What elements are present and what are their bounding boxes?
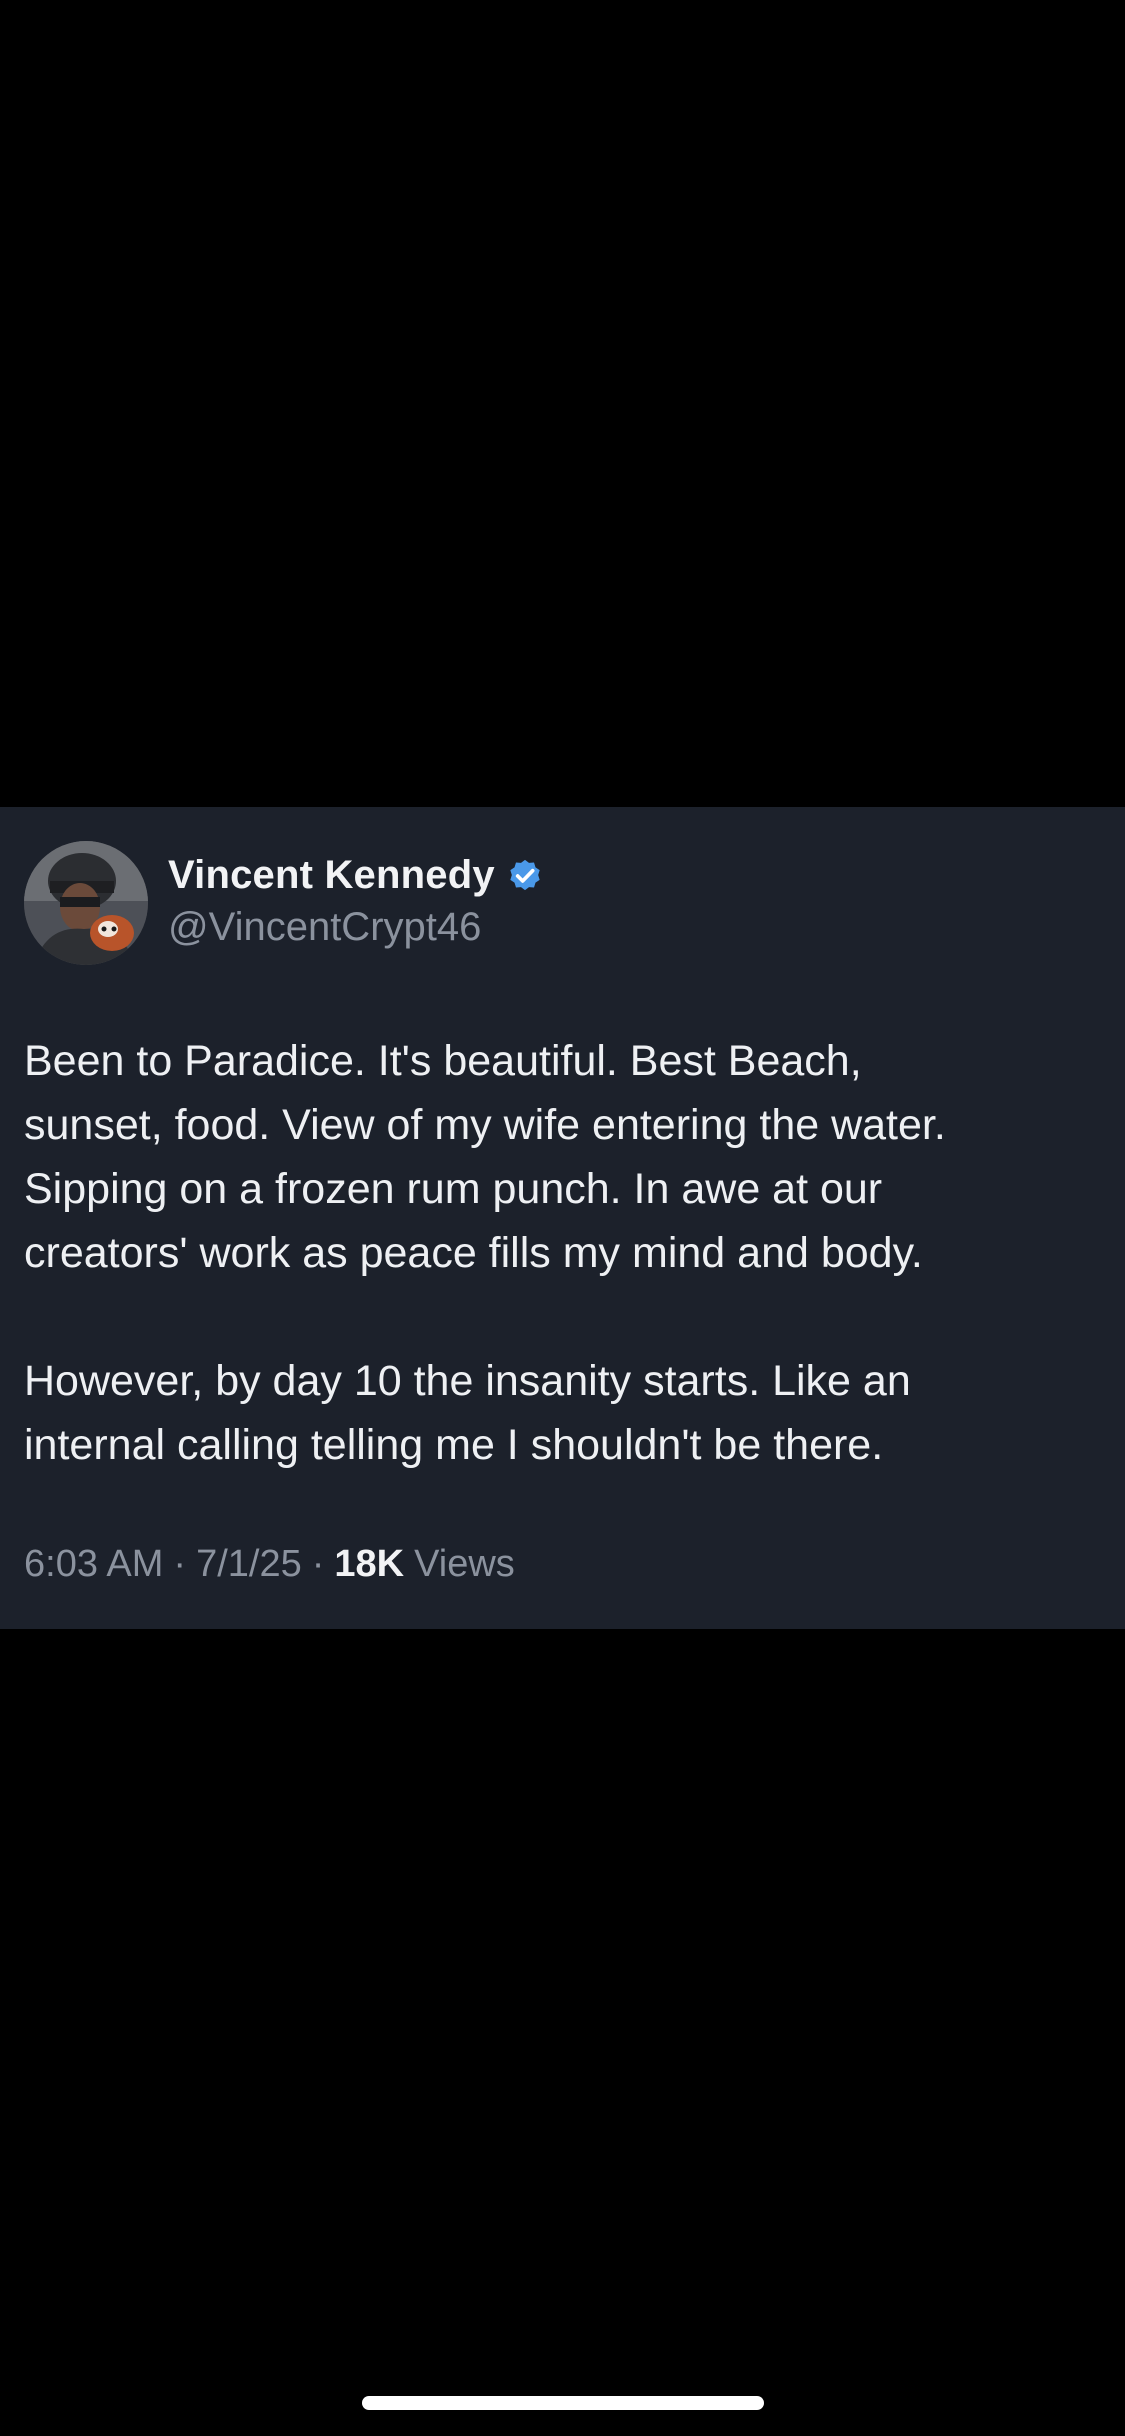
tweet-text-line: sunset, food. View of my wife entering t… — [24, 1101, 946, 1149]
avatar-image — [24, 841, 148, 965]
tweet-card: Vincent Kennedy @VincentCrypt46 Been to … — [0, 807, 1125, 1629]
tweet-text-line: Sipping on a frozen rum punch. In awe at… — [24, 1165, 883, 1213]
tweet-text-line: However, by day 10 the insanity starts. … — [24, 1357, 911, 1405]
author-name-row: Vincent Kennedy — [168, 849, 545, 901]
author-display-name[interactable]: Vincent Kennedy — [168, 853, 495, 898]
tweet-text: Been to Paradice. It's beautiful. Best B… — [24, 1029, 1104, 1477]
verified-badge-icon — [510, 859, 540, 891]
tweet-time[interactable]: 6:03 AM — [24, 1543, 163, 1586]
views-count[interactable]: 18K — [334, 1543, 404, 1586]
tweet-text-line: Been to Paradice. It's beautiful. Best B… — [24, 1037, 862, 1085]
tweet-meta: 6:03 AM · 7/1/25 · 18K Views — [24, 1543, 515, 1586]
views-label[interactable]: Views — [414, 1543, 515, 1586]
tweet-text-line: creators' work as peace fills my mind an… — [24, 1229, 923, 1277]
tweet-date[interactable]: 7/1/25 — [196, 1543, 302, 1586]
home-indicator-bar[interactable] — [362, 2396, 764, 2410]
meta-separator: · — [173, 1543, 187, 1585]
avatar[interactable] — [24, 841, 148, 965]
tweet-text-line: internal calling telling me I shouldn't … — [24, 1421, 884, 1469]
meta-separator: · — [311, 1543, 325, 1585]
author-handle[interactable]: @VincentCrypt46 — [168, 905, 481, 950]
